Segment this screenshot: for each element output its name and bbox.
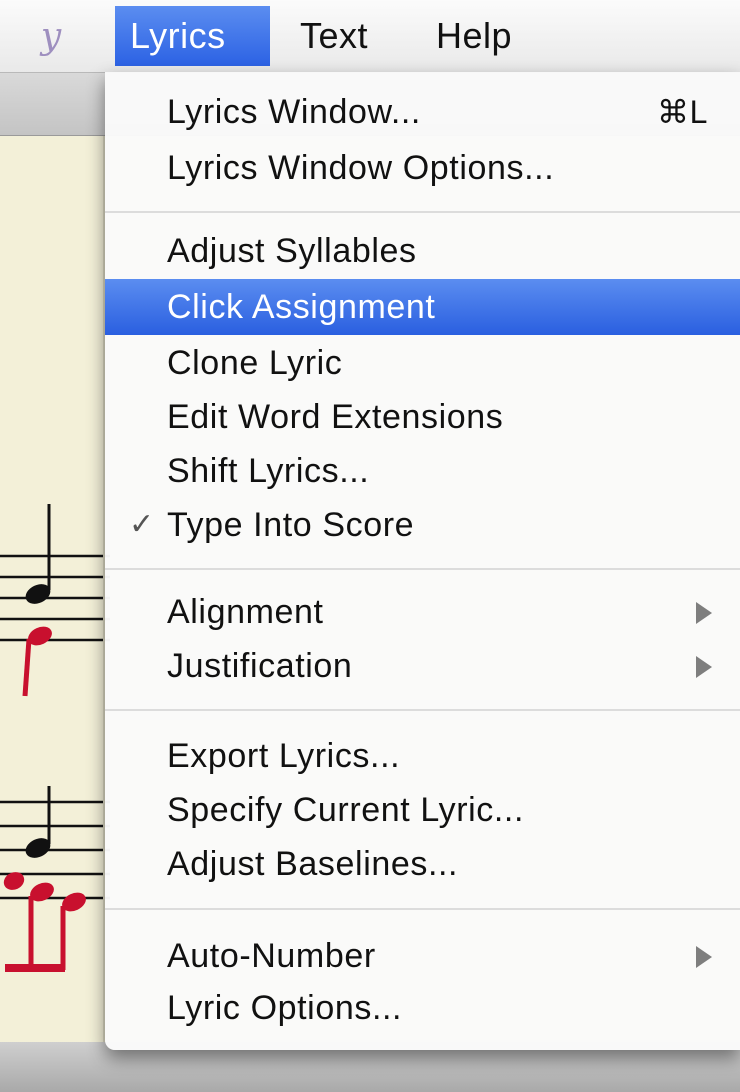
menu-item-auto-number[interactable]: Auto-Number [105, 928, 740, 984]
menu-text[interactable]: Text [300, 6, 368, 66]
music-score [0, 136, 110, 1042]
menu-item-specify-current-lyric[interactable]: Specify Current Lyric... [105, 782, 740, 838]
shortcut-cmd-l: ⌘L [657, 94, 708, 130]
submenu-arrow-icon [696, 656, 712, 678]
menu-separator [105, 211, 740, 213]
menu-help[interactable]: Help [436, 6, 512, 66]
menu-lyrics[interactable]: Lyrics [115, 6, 270, 66]
menu-separator [105, 908, 740, 910]
menu-item-adjust-syllables[interactable]: Adjust Syllables [105, 223, 740, 279]
menu-separator [105, 568, 740, 570]
menu-item-alignment[interactable]: Alignment [105, 584, 740, 640]
menu-item-edit-word-extensions[interactable]: Edit Word Extensions [105, 389, 740, 445]
red-beamed-notes [3, 872, 86, 972]
app-menu-icon[interactable]: y [24, 10, 78, 64]
checkmark-icon: ✓ [129, 508, 155, 541]
menu-item-lyrics-window-options[interactable]: Lyrics Window Options... [105, 140, 740, 196]
menu-item-lyric-options[interactable]: Lyric Options... [105, 980, 740, 1036]
menu-item-adjust-baselines[interactable]: Adjust Baselines... [105, 836, 740, 892]
red-note-upper [22, 626, 52, 697]
menu-item-type-into-score[interactable]: ✓ Type Into Score [105, 497, 740, 553]
submenu-arrow-icon [696, 602, 712, 624]
menu-item-shift-lyrics[interactable]: Shift Lyrics... [105, 443, 740, 499]
submenu-arrow-icon [696, 946, 712, 968]
menu-item-click-assignment[interactable]: Click Assignment [105, 279, 740, 335]
lyrics-dropdown-menu: Lyrics Window... ⌘L Lyrics Window Option… [105, 72, 740, 1050]
menu-item-clone-lyric[interactable]: Clone Lyric [105, 335, 740, 391]
staff-upper [0, 554, 110, 642]
menu-item-justification[interactable]: Justification [105, 638, 740, 694]
menu-item-lyrics-window[interactable]: Lyrics Window... ⌘L [105, 84, 740, 140]
menu-bar: y Lyrics Text Help [0, 0, 740, 73]
menu-item-export-lyrics[interactable]: Export Lyrics... [105, 728, 740, 784]
menu-separator [105, 709, 740, 711]
